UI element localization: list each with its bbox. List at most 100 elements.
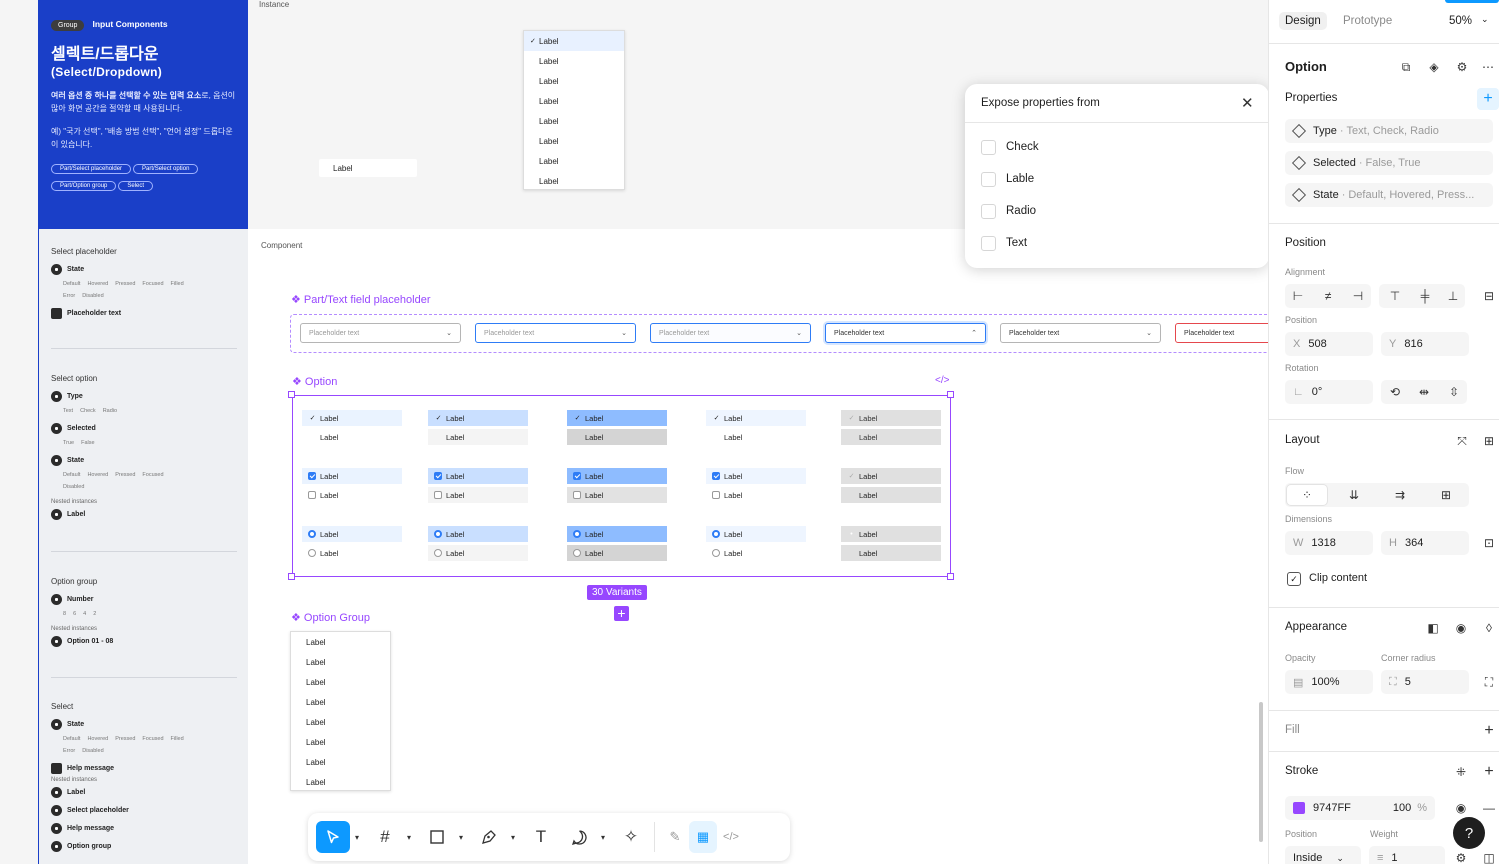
styles-grid-icon[interactable]: ⁜ — [1450, 761, 1472, 783]
chip-option-group[interactable]: Part/Option group — [51, 181, 117, 191]
option-check-default[interactable]: Label — [302, 487, 402, 503]
option-group-title[interactable]: ❖ Option Group — [291, 611, 370, 624]
align-top-icon[interactable]: ⊤ — [1384, 285, 1406, 307]
option-check-selected-focused[interactable]: Label — [706, 468, 806, 484]
option-text-selected-focused[interactable]: ✓ Label — [706, 410, 806, 426]
checkbox-icon[interactable] — [981, 171, 996, 187]
option-radio-selected-pressed[interactable]: Label — [567, 526, 667, 542]
option-text-selected-disabled[interactable]: ✓ Label — [841, 410, 941, 426]
flip-horizontal-icon[interactable]: ⇹ — [1413, 381, 1435, 403]
rotation-field[interactable]: ∟ 0° — [1285, 380, 1373, 404]
pen-tool-button[interactable] — [472, 821, 506, 853]
corner-radius-field[interactable]: ⛶ 5 — [1381, 670, 1469, 694]
width-field[interactable]: W 1318 — [1285, 531, 1373, 555]
tab-design[interactable]: Design — [1279, 12, 1327, 30]
option-check-selected-pressed[interactable]: Label — [567, 468, 667, 484]
list-item[interactable]: Label — [524, 51, 624, 71]
option-text-selected-hovered[interactable]: ✓ Label — [428, 410, 528, 426]
close-icon[interactable]: ✕ — [1241, 94, 1254, 112]
option-check-hovered[interactable]: Label — [428, 487, 528, 503]
option-text-disabled[interactable]: Label — [841, 429, 941, 445]
clip-content-checkbox[interactable]: ✓ — [1287, 572, 1301, 586]
placeholder-error[interactable]: Placeholder text — [1175, 323, 1268, 343]
move-tool-button[interactable] — [316, 821, 350, 853]
rotate-icon[interactable]: ⟲ — [1384, 381, 1406, 403]
chip-select-placeholder[interactable]: Part/Select placeholder — [51, 164, 132, 174]
list-item[interactable]: Label — [524, 171, 624, 191]
instance-option-list[interactable]: ✓ Label Label Label Label Label Label Lab… — [523, 30, 625, 190]
adjust-icon[interactable]: ⚙ — [1451, 56, 1473, 78]
chevron-down-icon[interactable]: ▾ — [402, 821, 416, 853]
chip-select[interactable]: Select — [118, 181, 154, 191]
height-field[interactable]: H 364 — [1381, 531, 1469, 555]
option-text-pressed[interactable]: Label — [567, 429, 667, 445]
flip-vertical-icon[interactable]: ⇳ — [1443, 381, 1465, 403]
list-item[interactable]: Label — [291, 732, 390, 752]
option-check-selected-hovered[interactable]: Label — [428, 468, 528, 484]
list-item[interactable]: Label — [291, 652, 390, 672]
drop-icon[interactable]: ◊ — [1478, 617, 1499, 639]
placeholder-pressed[interactable]: Placeholder text ⌄ — [650, 323, 811, 343]
add-fill-icon[interactable]: + — [1478, 720, 1499, 742]
expand-corners-icon[interactable]: ⛶ — [1478, 671, 1499, 693]
list-item[interactable]: Label — [524, 91, 624, 111]
checkbox-icon[interactable] — [981, 139, 996, 155]
shape-tool-button[interactable] — [420, 821, 454, 853]
collapse-icon[interactable]: ⤧ — [1451, 430, 1473, 452]
freeform-icon[interactable]: ⁘ — [1296, 484, 1318, 506]
comment-tool-button[interactable] — [562, 821, 596, 853]
frame-label-component[interactable]: Component — [261, 241, 302, 250]
property-selected[interactable]: Selected · False, True — [1285, 151, 1493, 175]
checkbox-icon[interactable] — [981, 235, 996, 251]
design-mode-button[interactable]: ▦ — [689, 821, 717, 853]
option-check-selected-default[interactable]: Label — [302, 468, 402, 484]
list-item[interactable]: Label — [291, 692, 390, 712]
distribute-icon[interactable]: ⊟ — [1478, 285, 1499, 307]
actions-button[interactable]: ✧ — [614, 821, 648, 853]
go-to-main-icon[interactable]: ⧉ — [1395, 56, 1417, 78]
stroke-position-select[interactable]: Inside ⌄ — [1285, 846, 1361, 864]
frame-label-instance[interactable]: Instance — [259, 0, 289, 9]
option-set-title[interactable]: ❖ Option — [292, 375, 337, 388]
eye-icon[interactable]: ◉ — [1450, 617, 1472, 639]
chevron-down-icon[interactable]: ▾ — [454, 821, 468, 853]
placeholder-default[interactable]: Placeholder text ⌄ — [300, 323, 461, 343]
align-right-icon[interactable]: ⊣ — [1347, 285, 1369, 307]
option-text-default[interactable]: Label — [302, 429, 402, 445]
option-radio-default[interactable]: Label — [302, 545, 402, 561]
more-icon[interactable]: ⋯ — [1477, 56, 1499, 78]
expose-item-check[interactable]: Check — [981, 137, 1039, 157]
text-tool-button[interactable]: T — [524, 821, 558, 853]
textfield-set-title[interactable]: ❖ Part/Text field placeholder — [291, 293, 431, 306]
remove-stroke-icon[interactable]: — — [1478, 797, 1499, 819]
draw-mode-button[interactable]: ✎ — [661, 821, 689, 853]
opacity-field[interactable]: ▤ 100% — [1285, 670, 1373, 694]
frame-tool-button[interactable]: # — [368, 821, 402, 853]
option-radio-pressed[interactable]: Label — [567, 545, 667, 561]
option-radio-selected-focused[interactable]: Label — [706, 526, 806, 542]
property-state[interactable]: State · Default, Hovered, Press... — [1285, 183, 1493, 207]
align-middle-icon[interactable]: ╪ — [1414, 285, 1436, 307]
list-item[interactable]: Label — [524, 131, 624, 151]
checkbox-icon[interactable] — [981, 203, 996, 219]
y-field[interactable]: Y 816 — [1381, 332, 1469, 356]
code-icon[interactable]: </> — [935, 375, 949, 386]
eye-icon[interactable]: ◉ — [1450, 797, 1472, 819]
component-icon[interactable]: ◈ — [1423, 56, 1445, 78]
variants-badge[interactable]: 30 Variants — [587, 585, 647, 600]
chevron-down-icon[interactable]: ▾ — [350, 821, 364, 853]
chevron-down-icon[interactable]: ⌄ — [1481, 14, 1489, 25]
option-text-selected-default[interactable]: ✓ Label — [302, 410, 402, 426]
horizontal-flow-icon[interactable]: ⇉ — [1389, 484, 1411, 506]
option-radio-selected-hovered[interactable]: Label — [428, 526, 528, 542]
add-variant-button[interactable]: + — [614, 606, 629, 621]
placeholder-focused[interactable]: Placeholder text ⌃ — [825, 323, 986, 343]
option-radio-selected-default[interactable]: Label — [302, 526, 402, 542]
list-item[interactable]: ✓ Label — [524, 31, 624, 51]
vertical-flow-icon[interactable]: ⇊ — [1343, 484, 1365, 506]
list-item[interactable]: Label — [524, 151, 624, 171]
grid-flow-icon[interactable]: ⊞ — [1435, 484, 1457, 506]
option-check-focused[interactable]: Label — [706, 487, 806, 503]
expose-item-radio[interactable]: Radio — [981, 201, 1036, 221]
style-icon[interactable]: ◧ — [1422, 617, 1444, 639]
